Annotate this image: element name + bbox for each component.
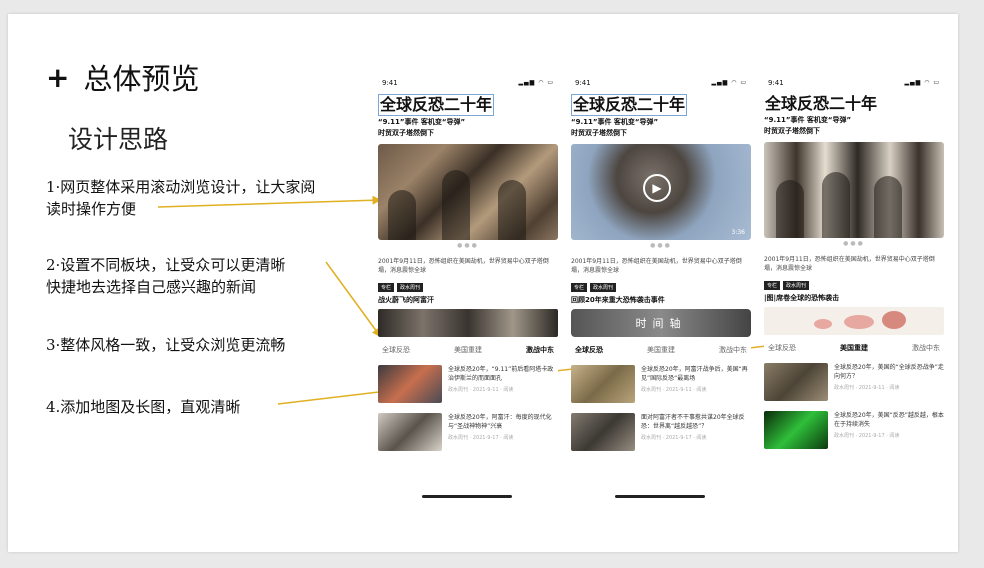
video-duration: 3:36 — [731, 229, 745, 236]
tab-global-counterterror[interactable]: 全球反恐 — [575, 345, 603, 355]
subtitle-line-1: “9.11”事件 客机变“导弹” — [764, 116, 852, 124]
list-item-title: 全球反恐20年，阿富汗战争后，美国“再见”国际反恐“最离场 — [641, 366, 748, 382]
slide-heading: + 总体预览 — [46, 56, 199, 98]
design-point-1-line-1: 1·网页整体采用滚动浏览设计，让大家阅 — [46, 178, 316, 196]
status-bar: 9:41 ▂▄▆ ◠ ▭ — [378, 76, 558, 90]
home-indicator — [422, 495, 512, 498]
list-item[interactable]: 全球反恐20年，美国“反恐”越反越，根本在于持续消失 政水周刊 · 2021-9… — [764, 411, 944, 449]
tab-middle-east[interactable]: 激战中东 — [912, 343, 940, 353]
page-title: 全球反恐二十年 — [765, 94, 878, 113]
list-item-title: 全球反恐20年，美国“反恐”越反越，根本在于持续消失 — [834, 412, 944, 428]
feature-headline[interactable]: |图|席卷全球的恐怖袭击 — [764, 293, 944, 303]
tag-column[interactable]: 专栏 — [571, 283, 588, 292]
section-tabs: 全球反恐 美国重建 激战中东 — [764, 343, 944, 353]
design-point-4: 4.添加地图及长图，直观清晰 — [46, 398, 241, 416]
page-title: 全球反恐二十年 — [571, 94, 688, 116]
tab-middle-east[interactable]: 激战中东 — [719, 345, 747, 355]
carousel-dots[interactable]: ●●● — [378, 242, 558, 249]
section-tabs: 全球反恐 美国重建 激战中东 — [571, 345, 751, 355]
tag-column[interactable]: 专栏 — [764, 281, 781, 290]
plus-icon: + — [46, 60, 70, 94]
tab-middle-east[interactable]: 激战中东 — [526, 345, 554, 355]
phone-mockup-2: 9:41 ▂▄▆ ◠ ▭ 全球反恐二十年 “9.11”事件 客机变“导弹” 时贸… — [571, 76, 751, 502]
intro-paragraph: 2001年9月11日，恐怖组织在美国劫机，世界贸易中心双子塔倒塌，消息震惊全球 — [764, 256, 935, 272]
intro-paragraph: 2001年9月11日，恐怖组织在美国劫机，世界贸易中心双子塔倒塌，消息震惊全球 — [571, 258, 742, 274]
list-item[interactable]: 全球反恐20年，“9.11”前后看阿塔卡政治伊斯兰的而面面孔 政水周刊 · 20… — [378, 365, 558, 403]
tag-weekly[interactable]: 政水周刊 — [397, 283, 424, 292]
phone-mockup-1: 9:41 ▂▄▆ ◠ ▭ 全球反恐二十年 “9.11”事件 客机变“导弹” 时贸… — [378, 76, 558, 502]
tab-global-counterterror[interactable]: 全球反恐 — [382, 345, 410, 355]
list-item-meta: 政水周刊 · 2021-9-11 · 阅读 — [834, 385, 900, 391]
feature-headline[interactable]: 战火蔚飞的阿富汗 — [378, 295, 558, 305]
hero-image-carousel[interactable] — [378, 144, 558, 240]
list-item-title: 面对阿富汗者不干事惹共谋20年全球反恐：世界离“越反越恐”？ — [641, 414, 745, 430]
tag-row: 专栏 政水周刊 — [571, 283, 751, 292]
list-item[interactable]: 面对阿富汗者不干事惹共谋20年全球反恐：世界离“越反越恐”？ 政水周刊 · 20… — [571, 413, 751, 451]
tab-us-rebuild[interactable]: 美国重建 — [840, 343, 868, 353]
subtitle-line-1: “9.11”事件 客机变“导弹” — [571, 118, 659, 126]
feature-headline[interactable]: 回顾20年来重大恐怖袭击事件 — [571, 295, 751, 305]
list-item-meta: 政水周刊 · 2021-9-17 · 阅读 — [834, 433, 900, 439]
tag-row: 专栏 政水周刊 — [378, 283, 558, 292]
list-item-title: 全球反恐20年，“9.11”前后看阿塔卡政治伊斯兰的而面面孔 — [448, 366, 554, 382]
design-point-3: 3·整体风格一致，让受众浏览更流畅 — [46, 336, 286, 354]
list-item[interactable]: 全球反恐20年，美国的“全球反恐战争”走向何方？ 政水周刊 · 2021-9-1… — [764, 363, 944, 401]
list-item-thumbnail — [571, 365, 635, 403]
signal-wifi-battery-icon: ▂▄▆ ◠ ▭ — [711, 79, 747, 86]
status-bar: 9:41 ▂▄▆ ◠ ▭ — [764, 76, 944, 90]
list-item[interactable]: 全球反恐20年，阿富汗：每度的现代化与“圣战神物神”兴衰 政水周刊 · 2021… — [378, 413, 558, 451]
tag-row: 专栏 政水周刊 — [764, 281, 944, 290]
signal-wifi-battery-icon: ▂▄▆ ◠ ▭ — [904, 79, 940, 86]
design-point-2: 2·设置不同板块，让受众可以更清晰 快捷地去选择自己感兴趣的新闻 — [46, 254, 285, 298]
list-item-title: 全球反恐20年，阿富汗：每度的现代化与“圣战神物神”兴衰 — [448, 414, 552, 430]
subtitle-line-2: 时贸双子塔然倒下 — [378, 129, 434, 137]
list-item-title: 全球反恐20年，美国的“全球反恐战争”走向何方？ — [834, 364, 944, 380]
tag-weekly[interactable]: 政水周刊 — [590, 283, 617, 292]
tab-global-counterterror[interactable]: 全球反恐 — [768, 343, 796, 353]
signal-wifi-battery-icon: ▂▄▆ ◠ ▭ — [518, 79, 554, 86]
list-item[interactable]: 全球反恐20年，阿富汗战争后，美国“再见”国际反恐“最离场 政水周刊 · 202… — [571, 365, 751, 403]
hero-video[interactable]: ▶ 3:36 — [571, 144, 751, 240]
list-item-thumbnail — [764, 363, 828, 401]
design-point-1-line-2: 读时操作方便 — [46, 200, 137, 218]
list-item-meta: 政水周刊 · 2021-9-17 · 阅读 — [641, 435, 707, 441]
intro-paragraph: 2001年9月11日，恐怖组织在美国劫机，世界贸易中心双子塔倒塌，消息震惊全球 — [378, 258, 549, 274]
carousel-dots[interactable]: ●●● — [571, 242, 751, 249]
play-icon[interactable]: ▶ — [643, 174, 671, 202]
slide-subtitle: 设计思路 — [68, 125, 169, 154]
tag-column[interactable]: 专栏 — [378, 283, 395, 292]
list-item-thumbnail — [764, 411, 828, 449]
list-item-thumbnail — [378, 365, 442, 403]
tab-us-rebuild[interactable]: 美国重建 — [647, 345, 675, 355]
tag-weekly[interactable]: 政水周刊 — [783, 281, 810, 290]
design-point-1: 1·网页整体采用滚动浏览设计，让大家阅 读时操作方便 — [46, 176, 315, 220]
subtitle-line-2: 时贸双子塔然倒下 — [764, 127, 820, 135]
list-item-thumbnail — [571, 413, 635, 451]
status-bar: 9:41 ▂▄▆ ◠ ▭ — [571, 76, 751, 90]
feature-banner-image[interactable] — [378, 309, 558, 337]
list-item-meta: 政水周刊 · 2021-9-17 · 阅读 — [448, 435, 514, 441]
list-item-meta: 政水周刊 · 2021-9-11 · 阅读 — [641, 387, 707, 393]
tab-us-rebuild[interactable]: 美国重建 — [454, 345, 482, 355]
page-title: 全球反恐二十年 — [378, 94, 495, 116]
timeline-banner[interactable]: 时间轴 — [571, 309, 751, 337]
list-item-meta: 政水周刊 · 2021-9-11 · 阅读 — [448, 387, 514, 393]
status-time: 9:41 — [575, 79, 591, 87]
list-item-thumbnail — [378, 413, 442, 451]
design-point-2-line-2: 快捷地去选择自己感兴趣的新闻 — [46, 278, 257, 296]
hero-image-carousel[interactable] — [764, 142, 944, 238]
home-indicator — [615, 495, 705, 498]
slide-title: 总体预览 — [83, 62, 200, 96]
design-point-2-line-1: 2·设置不同板块，让受众可以更清晰 — [46, 256, 286, 274]
carousel-dots[interactable]: ●●● — [764, 240, 944, 247]
subtitle-line-1: “9.11”事件 客机变“导弹” — [378, 118, 466, 126]
section-tabs: 全球反恐 美国重建 激战中东 — [378, 345, 558, 355]
subtitle-line-2: 时贸双子塔然倒下 — [571, 129, 627, 137]
status-time: 9:41 — [382, 79, 398, 87]
world-map-image[interactable] — [764, 307, 944, 335]
phone-mockup-3: 9:41 ▂▄▆ ◠ ▭ 全球反恐二十年 “9.11”事件 客机变“导弹” 时贸… — [764, 76, 944, 502]
status-time: 9:41 — [768, 79, 784, 87]
